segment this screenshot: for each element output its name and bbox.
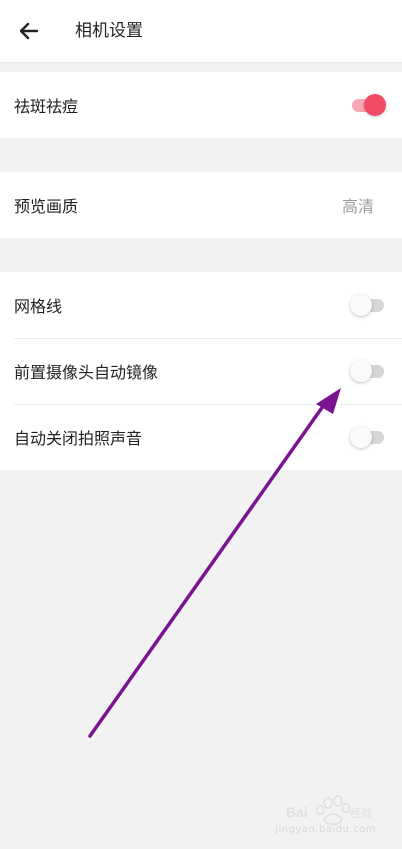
app-header: 相机设置 [0, 0, 402, 62]
back-button[interactable] [14, 16, 44, 46]
setting-row-preview-quality[interactable]: 预览画质 高清 [0, 172, 402, 238]
setting-label: 自动关闭拍照声音 [14, 429, 143, 448]
grid-lines-toggle[interactable] [350, 294, 386, 316]
toggle-knob [350, 360, 372, 382]
blemish-removal-toggle[interactable] [350, 94, 386, 116]
front-camera-mirror-toggle[interactable] [350, 360, 386, 382]
setting-label: 祛斑祛痘 [14, 97, 79, 116]
page-title: 相机设置 [75, 21, 143, 41]
arrow-left-icon [19, 22, 39, 40]
setting-row-shutter-sound-off[interactable]: 自动关闭拍照声音 [0, 404, 402, 470]
toggle-knob [364, 94, 386, 116]
toggle-knob [350, 294, 372, 316]
preview-quality-value: 高清 [341, 197, 374, 216]
toggle-knob [350, 426, 372, 448]
setting-label: 网格线 [14, 297, 63, 316]
setting-row-front-camera-mirror[interactable]: 前置摄像头自动镜像 [0, 338, 402, 404]
svg-text:经验: 经验 [350, 806, 372, 820]
settings-section-beauty: 祛斑祛痘 [0, 72, 402, 138]
settings-section-camera: 网格线 前置摄像头自动镜像 自动关闭拍照声音 [0, 272, 402, 470]
watermark-url: jingyan.baidu.com [275, 824, 376, 835]
setting-row-grid-lines[interactable]: 网格线 [0, 272, 402, 338]
shutter-sound-off-toggle[interactable] [350, 426, 386, 448]
setting-label: 预览画质 [14, 197, 79, 216]
setting-row-blemish-removal[interactable]: 祛斑祛痘 [0, 72, 402, 138]
setting-label: 前置摄像头自动镜像 [14, 363, 159, 382]
settings-section-quality: 预览画质 高清 [0, 172, 402, 238]
svg-text:Bai: Bai [286, 804, 308, 820]
